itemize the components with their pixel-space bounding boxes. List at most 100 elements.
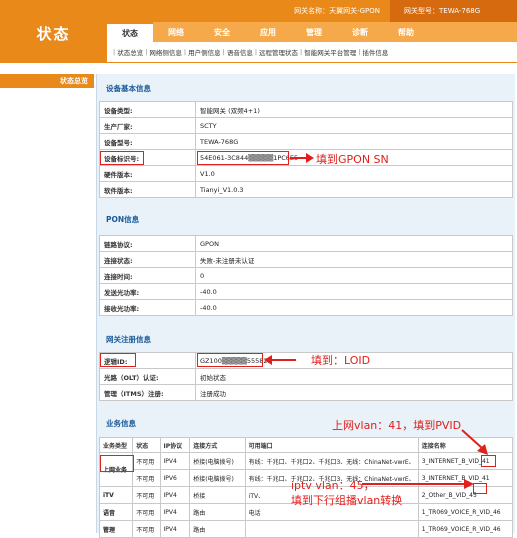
service-mode: 桥接(电脑拨号): [189, 469, 246, 487]
table-header-row: 业务类型 状态 IP协议 连接方式 可用端口 连接名称: [98, 437, 514, 453]
service-name: 1_TR069_VOICE_R_VID_46: [417, 520, 514, 538]
device-info-title: 设备基本信息: [106, 83, 151, 93]
table-row: 逻辑ID: GZ100▒▒▒▒▒555825: [99, 352, 513, 369]
row-value: Tianyi_V1.0.3: [195, 181, 513, 198]
subnav-plugin[interactable]: 插件信息: [362, 47, 388, 57]
table-row: 连接时间: 0: [99, 267, 513, 284]
subnav-remote-mgmt[interactable]: 远程管理状态: [259, 47, 298, 57]
row-value: GPON: [195, 235, 513, 252]
subnav-user-side[interactable]: 用户侧信息: [188, 47, 221, 57]
service-mode: 路由: [189, 503, 246, 521]
service-status: 不可用: [132, 520, 161, 538]
tab-diagnosis[interactable]: 诊断: [337, 22, 383, 42]
logo-panel: 状态: [0, 0, 107, 63]
arrow-right-icon: [290, 153, 314, 163]
service-mode: 桥接: [189, 486, 246, 504]
table-row: 生产厂家: SCTY: [99, 117, 513, 134]
table-row: 链路协议: GPON: [99, 235, 513, 252]
service-ports: [244, 520, 419, 538]
service-ip: IPV6: [159, 469, 191, 487]
sub-navigation: | 状态总览 | 网络侧信息 | 用户侧信息 | 语音信息 | 远程管理状态 | 智能网关平…: [107, 42, 517, 63]
registration-info-table: 逻辑ID: GZ100▒▒▒▒▒555825 光路（OLT）认证: 初始状态 管理（…: [99, 352, 513, 401]
subnav-platform-mgmt[interactable]: 智能网关平台管理: [304, 47, 356, 57]
highlight-device-id-value: [197, 151, 289, 165]
tab-management[interactable]: 管理: [291, 22, 337, 42]
arrow-down-right-icon: [461, 429, 488, 455]
subnav-voice[interactable]: 语音信息: [227, 47, 253, 57]
row-value: -40.0: [195, 299, 513, 316]
service-type: 语音: [98, 503, 134, 521]
row-key: 设备类型:: [99, 101, 196, 118]
row-value: 失败-未注册未认证: [195, 251, 513, 268]
table-row: 连接状态: 失败-未注册未认证: [99, 251, 513, 268]
highlight-logic-id-value: [197, 353, 263, 367]
sidebar: 状态总览: [0, 63, 94, 533]
pon-info-title: PON信息: [106, 214, 140, 224]
service-ip: IPV4: [159, 486, 191, 504]
row-key: 连接时间:: [99, 267, 196, 284]
service-status: 不可用: [132, 452, 161, 470]
arrow-left-icon: [264, 355, 296, 365]
service-type: iTV: [98, 486, 134, 504]
highlight-internet-service: [100, 455, 134, 472]
col-header: IP协议: [159, 437, 191, 453]
service-mode: 路由: [189, 520, 246, 538]
row-value: V1.0: [195, 165, 513, 182]
logo-text: 状态: [36, 24, 71, 43]
col-header: 业务类型: [98, 437, 134, 453]
annotation-iptv-multicast: 填到下行组播vlan转换: [291, 494, 403, 507]
col-header: 可用端口: [244, 437, 419, 453]
table-row: 管理（ITMS）注册: 注册成功: [99, 384, 513, 401]
service-ip: IPV4: [159, 452, 191, 470]
table-row: 管理 不可用 IPV4 路由 1_TR069_VOICE_R_VID_46: [98, 520, 514, 538]
row-key: 软件版本:: [99, 181, 196, 198]
service-status: 不可用: [132, 503, 161, 521]
tab-application[interactable]: 应用: [245, 22, 291, 42]
gateway-name: 网关名称：天翼网关-GPON: [294, 7, 380, 15]
tab-status[interactable]: 状态: [107, 22, 153, 42]
highlight-logic-id-label: [100, 353, 136, 367]
row-key: 发送光功率:: [99, 283, 196, 300]
table-row: 接收光功率: -40.0: [99, 299, 513, 316]
gateway-model: 网关型号：TEWA-768G: [404, 7, 481, 15]
gateway-model-bar: 网关型号：TEWA-768G: [390, 0, 517, 22]
table-row: 光路（OLT）认证: 初始状态: [99, 368, 513, 385]
tab-help[interactable]: 帮助: [383, 22, 429, 42]
table-row: 设备型号: TEWA-768G: [99, 133, 513, 150]
arrow-right-long-icon: [362, 479, 474, 489]
subnav-status-overview[interactable]: 状态总览: [117, 47, 143, 57]
row-value: 注册成功: [195, 384, 513, 401]
row-value: -40.0: [195, 283, 513, 300]
service-name: 1_TR069_VOICE_R_VID_46: [417, 503, 514, 521]
main-tabs: 状态 网络 安全 应用 管理 诊断 帮助: [107, 22, 517, 42]
service-status: 不可用: [132, 486, 161, 504]
tab-security[interactable]: 安全: [199, 22, 245, 42]
service-ip: IPV4: [159, 520, 191, 538]
sidebar-item-status-overview[interactable]: 状态总览: [0, 74, 94, 88]
pon-info-table: 链路协议: GPON 连接状态: 失败-未注册未认证 连接时间: 0 发送光功率: -4…: [99, 235, 513, 316]
row-key: 管理（ITMS）注册:: [99, 384, 196, 401]
device-info-table: 设备类型: 智能网关 (双频4+1) 生产厂家: SCTY 设备型号: TEWA-76…: [99, 101, 513, 198]
col-header: 状态: [132, 437, 161, 453]
subnav-network-side[interactable]: 网络侧信息: [149, 47, 182, 57]
row-value: 0: [195, 267, 513, 284]
table-row: 发送光功率: -40.0: [99, 283, 513, 300]
row-value: 初始状态: [195, 368, 513, 385]
row-value: SCTY: [195, 117, 513, 134]
highlight-device-id-label: [100, 151, 144, 165]
table-row: 上网业务 不可用 IPV4 桥接(电脑拨号) 有线：千兆口、千兆口2、千兆口3、…: [98, 452, 514, 487]
table-row: 设备类型: 智能网关 (双频4+1): [99, 101, 513, 118]
table-row: 硬件版本: V1.0: [99, 165, 513, 182]
registration-info-title: 网关注册信息: [106, 334, 151, 344]
gateway-name-bar: 网关名称：天翼网关-GPON: [107, 0, 390, 22]
annotation-gpon-sn: 填到GPON SN: [316, 153, 389, 166]
row-value: TEWA-768G: [195, 133, 513, 150]
row-value: 智能网关 (双频4+1): [195, 101, 513, 118]
tab-network[interactable]: 网络: [153, 22, 199, 42]
row-key: 硬件版本:: [99, 165, 196, 182]
main-content: 设备基本信息 设备类型: 智能网关 (双频4+1) 生产厂家: SCTY 设备型号:…: [96, 74, 515, 538]
row-key: 接收光功率:: [99, 299, 196, 316]
table-row: 软件版本: Tianyi_V1.0.3: [99, 181, 513, 198]
service-ip: IPV4: [159, 503, 191, 521]
annotation-pvid: 上网vlan：41，填到PVID: [332, 419, 462, 432]
